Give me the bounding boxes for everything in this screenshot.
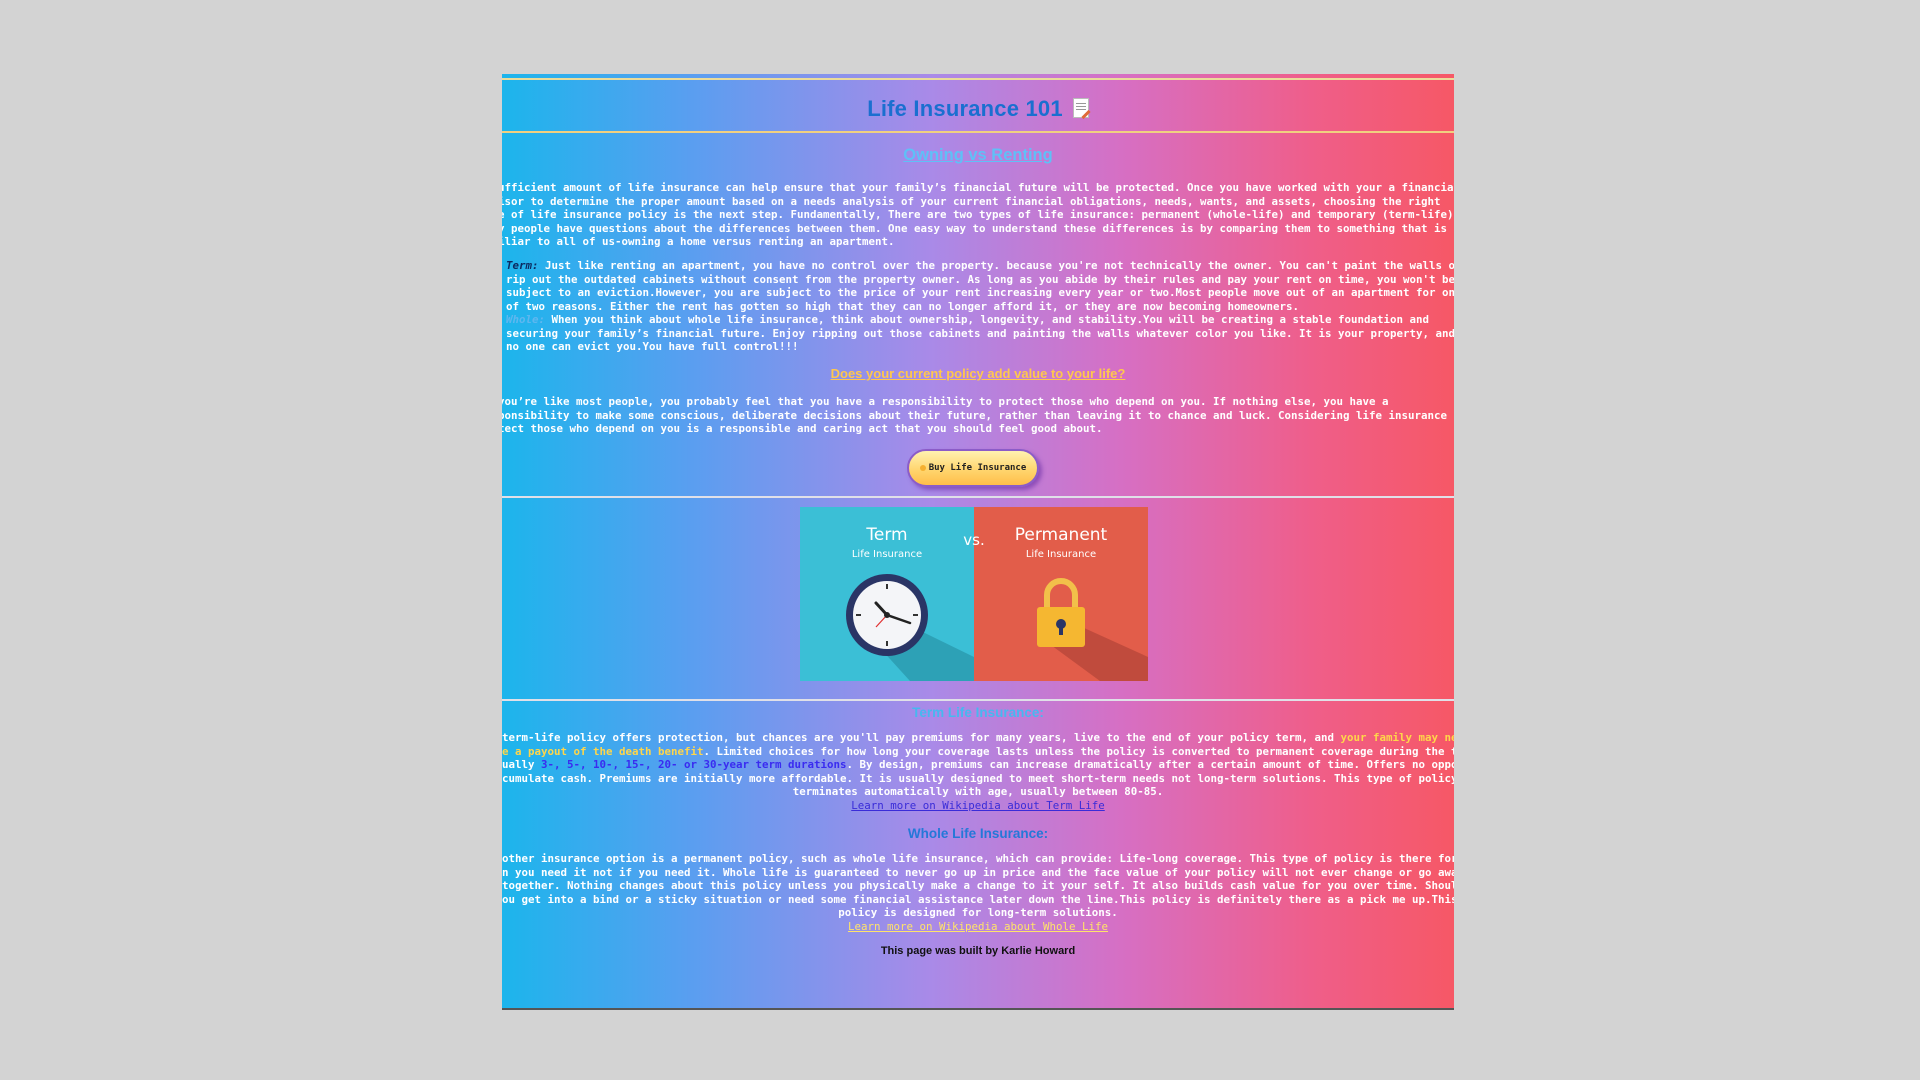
title-divider [502, 131, 1454, 133]
whole-text-line: other insurance option is a permanent po… [502, 852, 1454, 865]
intro-line: e of life insurance policy is the next s… [502, 208, 1454, 221]
image-divider [502, 699, 1454, 701]
whole-comparison-paragraph: Whole: When you think about whole life i… [506, 313, 1454, 354]
buy-life-insurance-button[interactable]: Buy Life Insurance [907, 449, 1039, 487]
whole-life-paragraph: other insurance option is a permanent po… [502, 852, 1454, 933]
term-text-run: . Limited choices for how long your cove… [703, 744, 1454, 758]
permanent-subtitle: Life Insurance [1026, 549, 1096, 560]
term-life-wiki-link[interactable]: Learn more on Wikipedia about Term Life [851, 799, 1105, 812]
memo-icon [1072, 98, 1089, 118]
term-subtitle: Life Insurance [852, 549, 922, 560]
page-title-text: Life Insurance 101 [867, 96, 1063, 121]
buy-button-label: Buy Life Insurance [928, 463, 1027, 473]
term-text-run: term-life policy offers protection, but … [502, 731, 1341, 744]
intro-line: iliar to all of us-owning a home versus … [502, 235, 895, 248]
vs-label: vs. [963, 531, 984, 549]
term-text-line: cumulate cash. Premiums are initially mo… [502, 771, 1454, 785]
whole-line: securing your family’s financial future.… [506, 326, 1454, 340]
permanent-title: Permanent [1015, 525, 1108, 545]
term-title: Term [865, 525, 907, 545]
intro-line: y people have questions about the differ… [502, 221, 1448, 235]
term-text-run: ually [502, 758, 542, 771]
term-line: Just like renting an apartment, you have… [538, 259, 1454, 272]
whole-label: Whole: [506, 313, 546, 326]
intro-paragraph: ufficient amount of life insurance can h… [502, 181, 1454, 249]
clock-icon [846, 574, 928, 656]
policy-value-paragraph: you’re like most people, you probably fe… [502, 395, 1454, 436]
owning-vs-renting-heading[interactable]: Owning vs Renting [502, 146, 1454, 165]
intro-line: isor to determine the proper amount base… [502, 194, 1441, 208]
top-divider [502, 78, 1454, 80]
term-text-line: terminates automatically with age, usual… [792, 785, 1164, 798]
whole-life-heading: Whole Life Insurance: [907, 826, 1049, 841]
term-line: rip out the outdated cabinets without co… [506, 272, 1454, 286]
term-vs-permanent-image: Term Life Insurance vs. Permanent Life I… [800, 507, 1148, 681]
term-label: Term: [506, 259, 539, 272]
term-life-heading: Term Life Insurance: [912, 705, 1044, 720]
term-durations-highlight: 3-, 5-, 10-, 15-, 20- or 30-year term du… [541, 758, 847, 771]
term-highlight: e a payout of the death benefit [502, 744, 704, 758]
term-text-run: . By design, premiums can increase drama… [846, 758, 1454, 771]
whole-text-line: ou get into a bind or a sticky situation… [502, 892, 1454, 906]
page-title: Life Insurance 101 [502, 96, 1454, 122]
page-container: Life Insurance 101 Owning vs Renting uff… [502, 74, 1454, 1010]
dot-icon [919, 465, 926, 471]
whole-text-line: n you need it not if you need it. Whole … [502, 865, 1454, 879]
whole-life-wiki-link[interactable]: Learn more on Wikipedia about Whole Life [848, 920, 1108, 933]
term-line: subject to an eviction.However, you are … [506, 286, 1454, 299]
button-divider [502, 496, 1454, 498]
term-comparison-paragraph: Term: Just like renting an apartment, yo… [506, 259, 1454, 313]
policy-value-heading[interactable]: Does your current policy add value to yo… [502, 366, 1454, 381]
whole-text-line: policy is designed for long-term solutio… [838, 906, 1118, 919]
term-life-paragraph: term-life policy offers protection, but … [502, 731, 1454, 812]
value-line: you’re like most people, you probably fe… [502, 395, 1389, 408]
footer-credit: This page was built by Karlie Howard [880, 945, 1076, 957]
intro-line: ufficient amount of life insurance can h… [502, 181, 1454, 194]
value-line: tect those who depend on you is a respon… [502, 422, 1103, 435]
whole-text-line: together. Nothing changes about this pol… [502, 879, 1454, 892]
whole-line: no one can evict you.You have full contr… [506, 340, 799, 353]
term-highlight: your family may never [1340, 731, 1454, 744]
value-line: ponsibility to make some conscious, deli… [502, 408, 1454, 422]
term-line: of two reasons. Either the rent has gott… [506, 299, 1300, 313]
whole-line: When you think about whole life insuranc… [545, 313, 1430, 326]
